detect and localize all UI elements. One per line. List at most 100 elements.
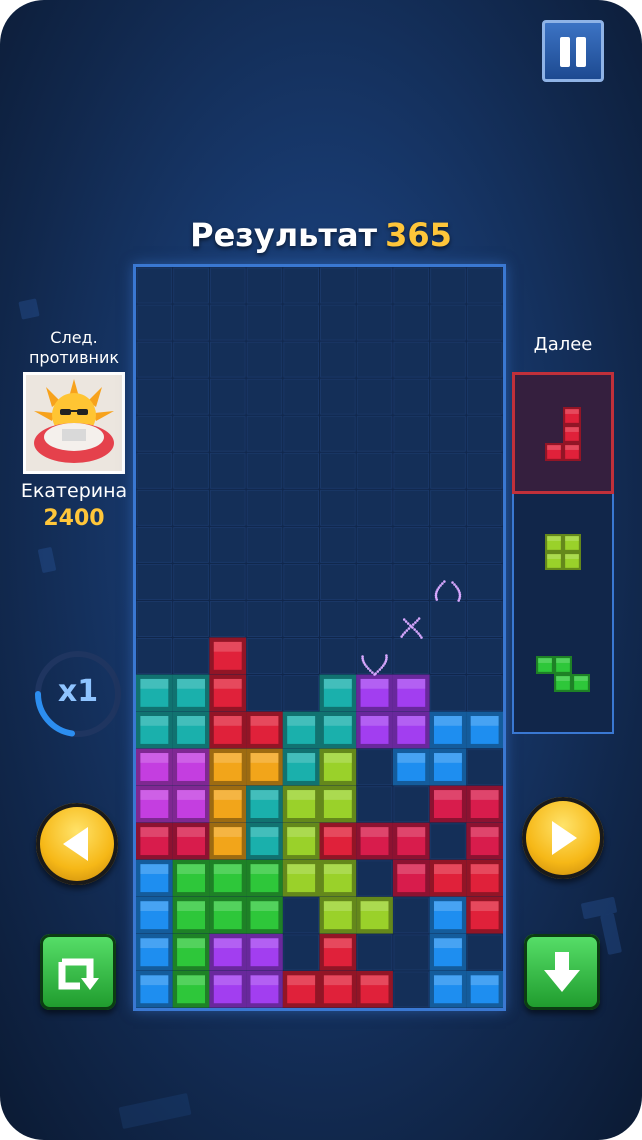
- board-cell: [283, 341, 320, 378]
- board-cell: [283, 897, 320, 934]
- board-cell: [393, 341, 430, 378]
- next-piece-block: [554, 656, 572, 674]
- board-cell: [283, 563, 320, 600]
- board-cell: [246, 267, 283, 304]
- board-cell: [320, 638, 356, 675]
- board-cell: [209, 304, 246, 341]
- board-block: [319, 785, 357, 823]
- board-block: [282, 711, 320, 749]
- board-block: [136, 970, 173, 1008]
- board-cell: [283, 452, 320, 489]
- board-block: [246, 859, 283, 897]
- sparkle-particle: [417, 617, 421, 620]
- board-cell: [209, 452, 246, 489]
- board-cell: [136, 452, 173, 489]
- board-block: [429, 970, 467, 1008]
- board-cell: [393, 526, 430, 563]
- board-cell: [136, 304, 173, 341]
- next-piece-block: [536, 656, 554, 674]
- opponent-avatar-image: [26, 375, 122, 471]
- board-block: [209, 859, 247, 897]
- next-label: Далее: [533, 334, 593, 355]
- board-cell: [320, 304, 356, 341]
- board-cell: [466, 452, 503, 489]
- board-block: [246, 785, 283, 823]
- board-cell: [320, 341, 356, 378]
- board-cell: [356, 452, 393, 489]
- board-cell: [136, 341, 173, 378]
- board-cell: [283, 638, 320, 675]
- board-cell: [209, 341, 246, 378]
- board-block: [246, 748, 283, 786]
- rotate-button[interactable]: [40, 934, 116, 1010]
- board-cell: [466, 526, 503, 563]
- board-block: [282, 859, 320, 897]
- board-block: [172, 970, 210, 1008]
- board-cell: [320, 489, 356, 526]
- board-cell: [393, 786, 430, 823]
- board-cell: [136, 415, 173, 452]
- board-cell: [393, 600, 430, 638]
- board-cell: [173, 489, 209, 526]
- pause-button[interactable]: [542, 20, 604, 82]
- board-cell: [283, 378, 320, 415]
- move-left-button[interactable]: [36, 803, 118, 885]
- board-block: [356, 674, 393, 712]
- next-queue: [536, 407, 590, 692]
- board-cell: [430, 489, 466, 526]
- board-cell: [356, 860, 393, 897]
- board-cell: [393, 378, 430, 415]
- move-right-button[interactable]: [522, 797, 604, 879]
- board-block: [209, 933, 247, 971]
- next-piece-block: [563, 534, 581, 552]
- board-block: [136, 859, 173, 897]
- pause-icon: [576, 37, 586, 67]
- board-cell: [430, 378, 466, 415]
- board-block: [319, 859, 357, 897]
- board-block: [209, 748, 247, 786]
- next-opponent-label-line1: След.: [50, 328, 98, 347]
- board-block: [392, 711, 430, 749]
- board-cell: [430, 452, 466, 489]
- game-board[interactable]: [133, 264, 506, 1011]
- board-cell: [283, 267, 320, 304]
- board-cell: [393, 415, 430, 452]
- sparkle-particle: [453, 583, 456, 586]
- board-cell: [173, 563, 209, 600]
- board-block: [209, 711, 247, 749]
- board-block: [209, 637, 247, 675]
- sparkle-particle: [451, 581, 454, 584]
- board-cell: [466, 378, 503, 415]
- board-cell: [393, 934, 430, 971]
- board-block: [172, 785, 210, 823]
- board-block: [282, 748, 320, 786]
- board-block: [429, 711, 467, 749]
- board-block: [209, 785, 247, 823]
- board-block: [136, 822, 173, 860]
- board-block: [356, 711, 393, 749]
- board-cell: [173, 267, 209, 304]
- sparkle-particle: [441, 582, 444, 585]
- board-block: [392, 822, 430, 860]
- board-cell: [320, 600, 356, 638]
- board-cell: [136, 267, 173, 304]
- board-cell: [136, 600, 173, 638]
- board-cell: [393, 638, 430, 675]
- board-cell: [246, 452, 283, 489]
- board-cell: [173, 638, 209, 675]
- board-cell: [430, 526, 466, 563]
- board-block: [356, 970, 393, 1008]
- board-cell: [136, 563, 173, 600]
- board-cell: [173, 526, 209, 563]
- sparkle-particle: [443, 580, 446, 583]
- drop-down-button[interactable]: [524, 934, 600, 1010]
- board-cell: [430, 675, 466, 712]
- next-piece-block: [545, 443, 563, 461]
- board-cell: [393, 304, 430, 341]
- sparkle-particle: [454, 585, 458, 588]
- board-cell: [246, 415, 283, 452]
- board-cell: [283, 489, 320, 526]
- board-block: [282, 970, 320, 1008]
- board-block: [136, 748, 173, 786]
- board-cell: [209, 600, 246, 638]
